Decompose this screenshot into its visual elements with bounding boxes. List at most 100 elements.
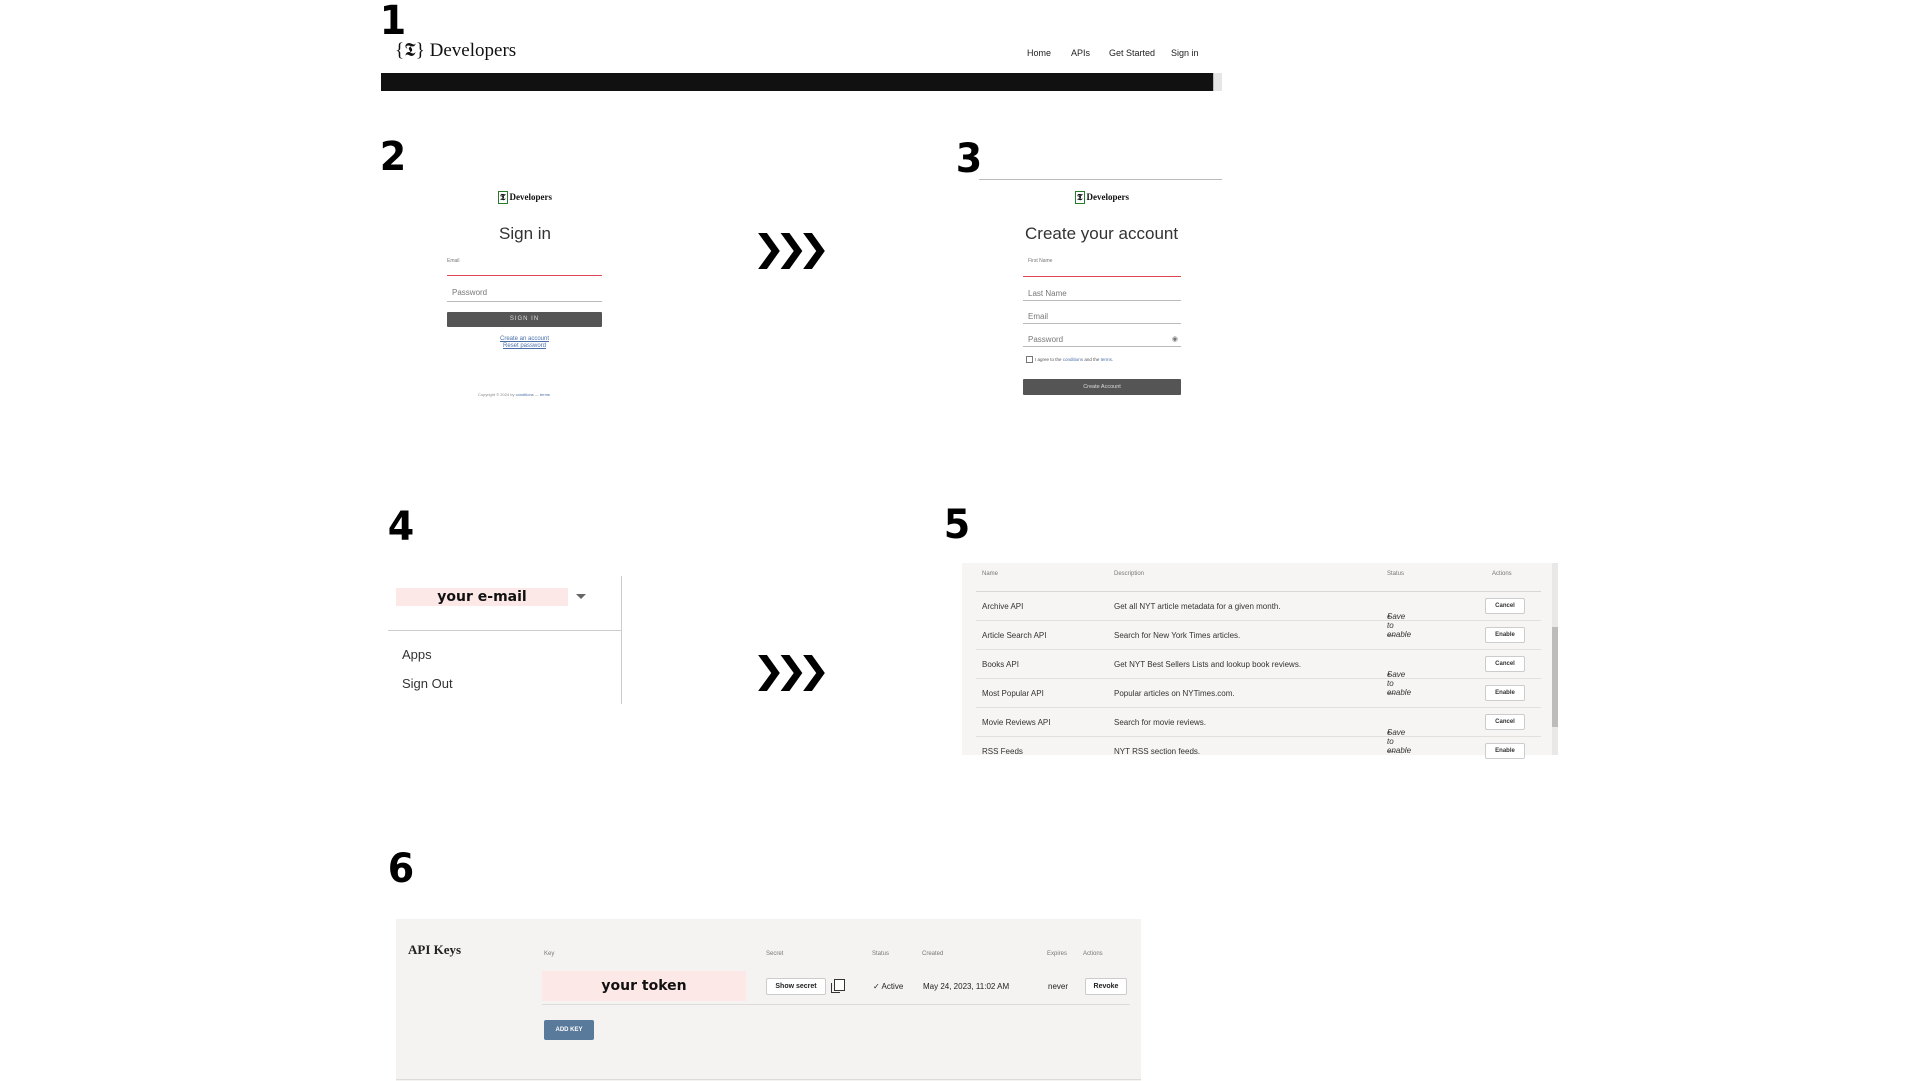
apis-table-panel: Name Description Status Actions Archive … bbox=[962, 563, 1558, 759]
arrow-right-icon: ❯❯❯ bbox=[752, 228, 830, 270]
password-placeholder: Password bbox=[1028, 335, 1064, 344]
api-status: — bbox=[1387, 747, 1395, 756]
signup-logo: 𝕿 Developers bbox=[1075, 191, 1129, 204]
agree-text: I agree to the conditions and the terms. bbox=[1035, 357, 1114, 362]
table-row: Movie Reviews API Search for movie revie… bbox=[976, 708, 1541, 755]
first-name-field[interactable]: First Name bbox=[1023, 258, 1181, 277]
nyt-logo-icon: 𝕿 bbox=[1075, 191, 1085, 204]
table-row: RSS Feeds NYT RSS section feeds. — Enabl… bbox=[976, 737, 1541, 765]
cancel-button[interactable]: Cancel bbox=[1485, 598, 1525, 614]
enable-button[interactable]: Enable bbox=[1485, 685, 1525, 701]
last-name-placeholder: Last Name bbox=[1028, 289, 1067, 298]
eye-icon[interactable]: ◉ bbox=[1172, 335, 1178, 343]
signin-logo: 𝕿 Developers bbox=[498, 191, 552, 204]
col-header-expires: Expires bbox=[1047, 951, 1068, 957]
col-header-status: Status bbox=[1387, 571, 1405, 577]
create-account-link[interactable]: Create an account bbox=[447, 336, 602, 342]
cancel-button[interactable]: Cancel bbox=[1485, 714, 1525, 730]
password-field[interactable]: Password bbox=[447, 288, 602, 302]
table-row: Most Popular API Popular articles on NYT… bbox=[976, 679, 1541, 708]
chevron-down-icon[interactable] bbox=[576, 594, 586, 599]
arrow-right-icon: ❯❯❯ bbox=[752, 650, 830, 692]
api-name: RSS Feeds bbox=[982, 747, 1023, 756]
step-number-3: 3 bbox=[955, 136, 983, 182]
api-name: Movie Reviews API bbox=[982, 718, 1051, 727]
password-placeholder: Password bbox=[452, 288, 488, 297]
scrollbar[interactable] bbox=[1213, 73, 1222, 91]
table-row: Article Search API Search for New York T… bbox=[976, 621, 1541, 650]
key-status: ✓ Active bbox=[873, 982, 904, 991]
api-description: Get NYT Best Sellers Lists and lookup bo… bbox=[1114, 660, 1302, 669]
table-row: Books API Get NYT Best Sellers Lists and… bbox=[976, 650, 1541, 697]
col-header-created: Created bbox=[922, 951, 944, 957]
api-description: Search for New York Times articles. bbox=[1114, 631, 1241, 640]
revoke-button[interactable]: Revoke bbox=[1085, 978, 1127, 995]
terms-link[interactable]: terms bbox=[1101, 357, 1112, 362]
scrollbar-thumb[interactable] bbox=[1552, 627, 1558, 727]
step-number-6: 6 bbox=[387, 846, 415, 892]
signin-footer: Copyright © 2024 by conditions — terms bbox=[478, 392, 550, 397]
api-status: — bbox=[1387, 689, 1395, 698]
menu-divider bbox=[388, 630, 622, 631]
api-description: Get all NYT article metadata for a given… bbox=[1114, 602, 1281, 611]
cancel-button[interactable]: Cancel bbox=[1485, 656, 1525, 672]
nyt-logo-icon: 𝕿 bbox=[498, 191, 508, 204]
api-status: — bbox=[1387, 631, 1395, 640]
api-name: Books API bbox=[982, 660, 1019, 669]
signup-title: Create your account bbox=[1025, 224, 1179, 243]
menu-item-apps[interactable]: Apps bbox=[402, 647, 432, 662]
conditions-link[interactable]: conditions bbox=[516, 392, 534, 397]
email-field[interactable]: Email bbox=[1023, 312, 1181, 324]
show-secret-button[interactable]: Show secret bbox=[766, 978, 826, 995]
col-header-description: Description bbox=[1114, 571, 1145, 577]
logo-text: Developers bbox=[1086, 192, 1130, 202]
step-number-5: 5 bbox=[943, 502, 971, 548]
agree-prefix: I agree to the bbox=[1035, 357, 1062, 362]
nav-apis-link[interactable]: APIs bbox=[1071, 48, 1090, 58]
col-header-name: Name bbox=[982, 571, 999, 577]
col-header-status: Status bbox=[872, 951, 890, 957]
logo-text: Developers bbox=[509, 192, 553, 202]
enable-button[interactable]: Enable bbox=[1485, 627, 1525, 643]
agree-checkbox[interactable] bbox=[1026, 356, 1033, 363]
key-expires: never bbox=[1048, 982, 1069, 991]
reset-password-link[interactable]: Reset password bbox=[447, 343, 602, 349]
signin-button[interactable]: SIGN IN bbox=[447, 312, 602, 327]
account-email-highlight[interactable]: your e-mail bbox=[396, 588, 568, 606]
email-field[interactable]: Email bbox=[447, 258, 602, 276]
menu-item-sign-out[interactable]: Sign Out bbox=[402, 676, 453, 691]
last-name-field[interactable]: Last Name bbox=[1023, 289, 1181, 301]
copy-icon[interactable] bbox=[831, 979, 845, 993]
token-text: your token bbox=[601, 978, 687, 994]
nav-sign-in-link[interactable]: Sign in bbox=[1171, 48, 1199, 58]
email-placeholder: Email bbox=[1028, 312, 1049, 321]
api-name: Article Search API bbox=[982, 631, 1047, 640]
create-account-button[interactable]: Create Account bbox=[1023, 379, 1181, 395]
add-key-button[interactable]: ADD KEY bbox=[544, 1020, 594, 1040]
header-dark-banner bbox=[381, 73, 1213, 91]
email-label: Email bbox=[447, 258, 460, 264]
step-number-4: 4 bbox=[387, 504, 415, 550]
api-key-token[interactable]: your token bbox=[542, 971, 746, 1001]
nav-home-link[interactable]: Home bbox=[1027, 48, 1051, 58]
copy-icon-back bbox=[831, 983, 840, 993]
key-created: May 24, 2023, 11:02 AM bbox=[923, 982, 1010, 991]
col-header-actions: Actions bbox=[1492, 571, 1512, 577]
col-header-key: Key bbox=[544, 951, 555, 957]
table-row: Archive API Get all NYT article metadata… bbox=[976, 592, 1541, 639]
enable-button[interactable]: Enable bbox=[1485, 743, 1525, 759]
logo-text: Developers bbox=[429, 40, 517, 61]
nav-get-started-link[interactable]: Get Started bbox=[1109, 48, 1155, 58]
step-number-2: 2 bbox=[379, 134, 407, 180]
api-name: Archive API bbox=[982, 602, 1024, 611]
menu-edge bbox=[621, 576, 622, 704]
nyt-logo-icon: {𝕿} bbox=[395, 40, 425, 61]
account-email: your e-mail bbox=[437, 589, 527, 605]
step-number-1: 1 bbox=[379, 0, 407, 44]
conditions-link[interactable]: conditions bbox=[1063, 357, 1083, 362]
site-logo[interactable]: {𝕿} Developers bbox=[395, 40, 516, 62]
terms-link[interactable]: terms bbox=[540, 392, 550, 397]
password-field[interactable]: Password ◉ bbox=[1023, 335, 1181, 347]
signin-title: Sign in bbox=[499, 224, 551, 243]
api-description: Search for movie reviews. bbox=[1114, 718, 1207, 727]
